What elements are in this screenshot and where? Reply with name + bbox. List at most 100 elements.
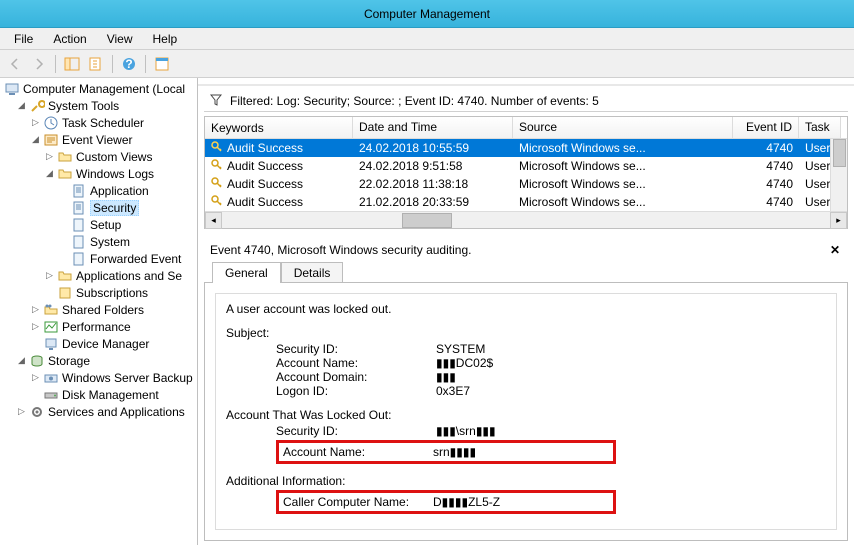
header-eventid[interactable]: Event ID (733, 117, 799, 138)
close-detail-button[interactable]: ✕ (828, 243, 842, 257)
folder-icon (57, 166, 73, 182)
svg-text:?: ? (125, 57, 132, 71)
scroll-thumb[interactable] (402, 213, 452, 228)
value-locked-account-name: srn▮▮▮▮ (433, 445, 476, 459)
menu-help[interactable]: Help (143, 29, 188, 49)
services-icon (29, 404, 45, 420)
tree-shared-folders[interactable]: ▷ Shared Folders (2, 301, 195, 318)
tree-disk-management[interactable]: Disk Management (2, 386, 195, 403)
key-icon (211, 177, 223, 192)
highlight-account-name: Account Name: srn▮▮▮▮ (276, 440, 616, 464)
tree-application[interactable]: Application (2, 182, 195, 199)
expand-icon[interactable]: ▷ (30, 372, 41, 383)
tree-services-apps[interactable]: ▷ Services and Applications (2, 403, 195, 420)
event-row[interactable]: Audit Success 22.02.2018 11:38:18 Micros… (205, 175, 847, 193)
disk-icon (43, 387, 59, 403)
tab-general[interactable]: General (212, 262, 281, 283)
performance-icon (43, 319, 59, 335)
help-button[interactable]: ? (118, 53, 140, 75)
menu-bar: File Action View Help (0, 28, 854, 50)
tree-system-tools[interactable]: ◢ System Tools (2, 97, 195, 114)
properties-button[interactable] (151, 53, 173, 75)
tools-icon (29, 98, 45, 114)
forward-button[interactable] (28, 53, 50, 75)
additional-info-heading: Additional Information: (226, 474, 826, 488)
header-task[interactable]: Task (799, 117, 841, 138)
expand-icon[interactable]: ▷ (30, 321, 41, 332)
collapse-icon[interactable]: ◢ (30, 134, 41, 145)
main-split: Computer Management (Local ◢ System Tool… (0, 78, 854, 545)
label-security-id: Security ID: (276, 342, 436, 356)
label-account-domain: Account Domain: (276, 370, 436, 384)
expand-icon[interactable]: ▷ (44, 151, 55, 162)
toolbar-separator (112, 55, 113, 73)
content-pane: Filtered: Log: Security; Source: ; Event… (198, 84, 854, 545)
device-manager-icon (43, 336, 59, 352)
shared-folders-icon (43, 302, 59, 318)
event-row[interactable]: Audit Success 24.02.2018 9:51:58 Microso… (205, 157, 847, 175)
tree-subscriptions[interactable]: Subscriptions (2, 284, 195, 301)
label-caller-computer: Caller Computer Name: (283, 495, 433, 509)
label-account-name: Account Name: (276, 356, 436, 370)
value-locked-security-id: ▮▮▮\srn▮▮▮ (436, 424, 496, 438)
event-row[interactable]: Audit Success 24.02.2018 10:55:59 Micros… (205, 139, 847, 157)
menu-file[interactable]: File (4, 29, 43, 49)
collapse-icon[interactable]: ◢ (16, 100, 27, 111)
tree-security[interactable]: Security (2, 199, 195, 216)
event-row[interactable]: Audit Success 21.02.2018 20:33:59 Micros… (205, 193, 847, 211)
menu-action[interactable]: Action (43, 29, 96, 49)
tree-windows-logs[interactable]: ◢ Windows Logs (2, 165, 195, 182)
log-icon (71, 200, 87, 216)
key-icon (211, 159, 223, 174)
tree-apps-services[interactable]: ▷ Applications and Se (2, 267, 195, 284)
toolbar-separator (145, 55, 146, 73)
expand-icon[interactable]: ▷ (30, 117, 41, 128)
vertical-scrollbar[interactable] (830, 139, 847, 211)
value-account-name: ▮▮▮DC02$ (436, 356, 493, 370)
backup-icon (43, 370, 59, 386)
tree-task-scheduler[interactable]: ▷ Task Scheduler (2, 114, 195, 131)
collapse-icon[interactable]: ◢ (16, 355, 27, 366)
tree-setup[interactable]: Setup (2, 216, 195, 233)
expand-icon[interactable]: ▷ (30, 304, 41, 315)
tree-root[interactable]: Computer Management (Local (2, 80, 195, 97)
event-list: Keywords Date and Time Source Event ID T… (204, 116, 848, 229)
label-locked-account-name: Account Name: (283, 445, 433, 459)
locked-out-heading: Account That Was Locked Out: (226, 408, 826, 422)
navigation-tree: Computer Management (Local ◢ System Tool… (0, 78, 198, 545)
event-viewer-icon (43, 132, 59, 148)
detail-tabs: General Details (204, 261, 848, 282)
collapse-icon[interactable]: ◢ (44, 168, 55, 179)
funnel-icon (210, 94, 224, 108)
tree-performance[interactable]: ▷ Performance (2, 318, 195, 335)
title-bar: Computer Management (0, 0, 854, 28)
header-datetime[interactable]: Date and Time (353, 117, 513, 138)
show-hide-tree-button[interactable] (61, 53, 83, 75)
detail-title: Event 4740, Microsoft Windows security a… (210, 243, 471, 257)
export-button[interactable] (85, 53, 107, 75)
tree-event-viewer[interactable]: ◢ Event Viewer (2, 131, 195, 148)
computer-icon (4, 81, 20, 97)
tree-storage[interactable]: ◢ Storage (2, 352, 195, 369)
key-icon (211, 141, 223, 156)
tree-system[interactable]: System (2, 233, 195, 250)
expand-icon[interactable]: ▷ (16, 406, 27, 417)
header-source[interactable]: Source (513, 117, 733, 138)
list-header: Keywords Date and Time Source Event ID T… (205, 117, 847, 139)
header-keywords[interactable]: Keywords (205, 117, 353, 138)
scroll-left-icon[interactable]: ◂ (205, 212, 222, 229)
tab-details[interactable]: Details (281, 262, 344, 283)
tree-wsb[interactable]: ▷ Windows Server Backup (2, 369, 195, 386)
horizontal-scrollbar[interactable]: ◂ ▸ (205, 211, 847, 228)
tree-custom-views[interactable]: ▷ Custom Views (2, 148, 195, 165)
menu-view[interactable]: View (97, 29, 143, 49)
expand-icon[interactable]: ▷ (44, 270, 55, 281)
list-body: Audit Success 24.02.2018 10:55:59 Micros… (205, 139, 847, 211)
scroll-right-icon[interactable]: ▸ (830, 212, 847, 229)
tree-device-manager[interactable]: Device Manager (2, 335, 195, 352)
tree-forwarded[interactable]: Forwarded Event (2, 250, 195, 267)
filter-bar: Filtered: Log: Security; Source: ; Event… (204, 90, 848, 112)
label-logon-id: Logon ID: (276, 384, 436, 398)
storage-icon (29, 353, 45, 369)
back-button[interactable] (4, 53, 26, 75)
